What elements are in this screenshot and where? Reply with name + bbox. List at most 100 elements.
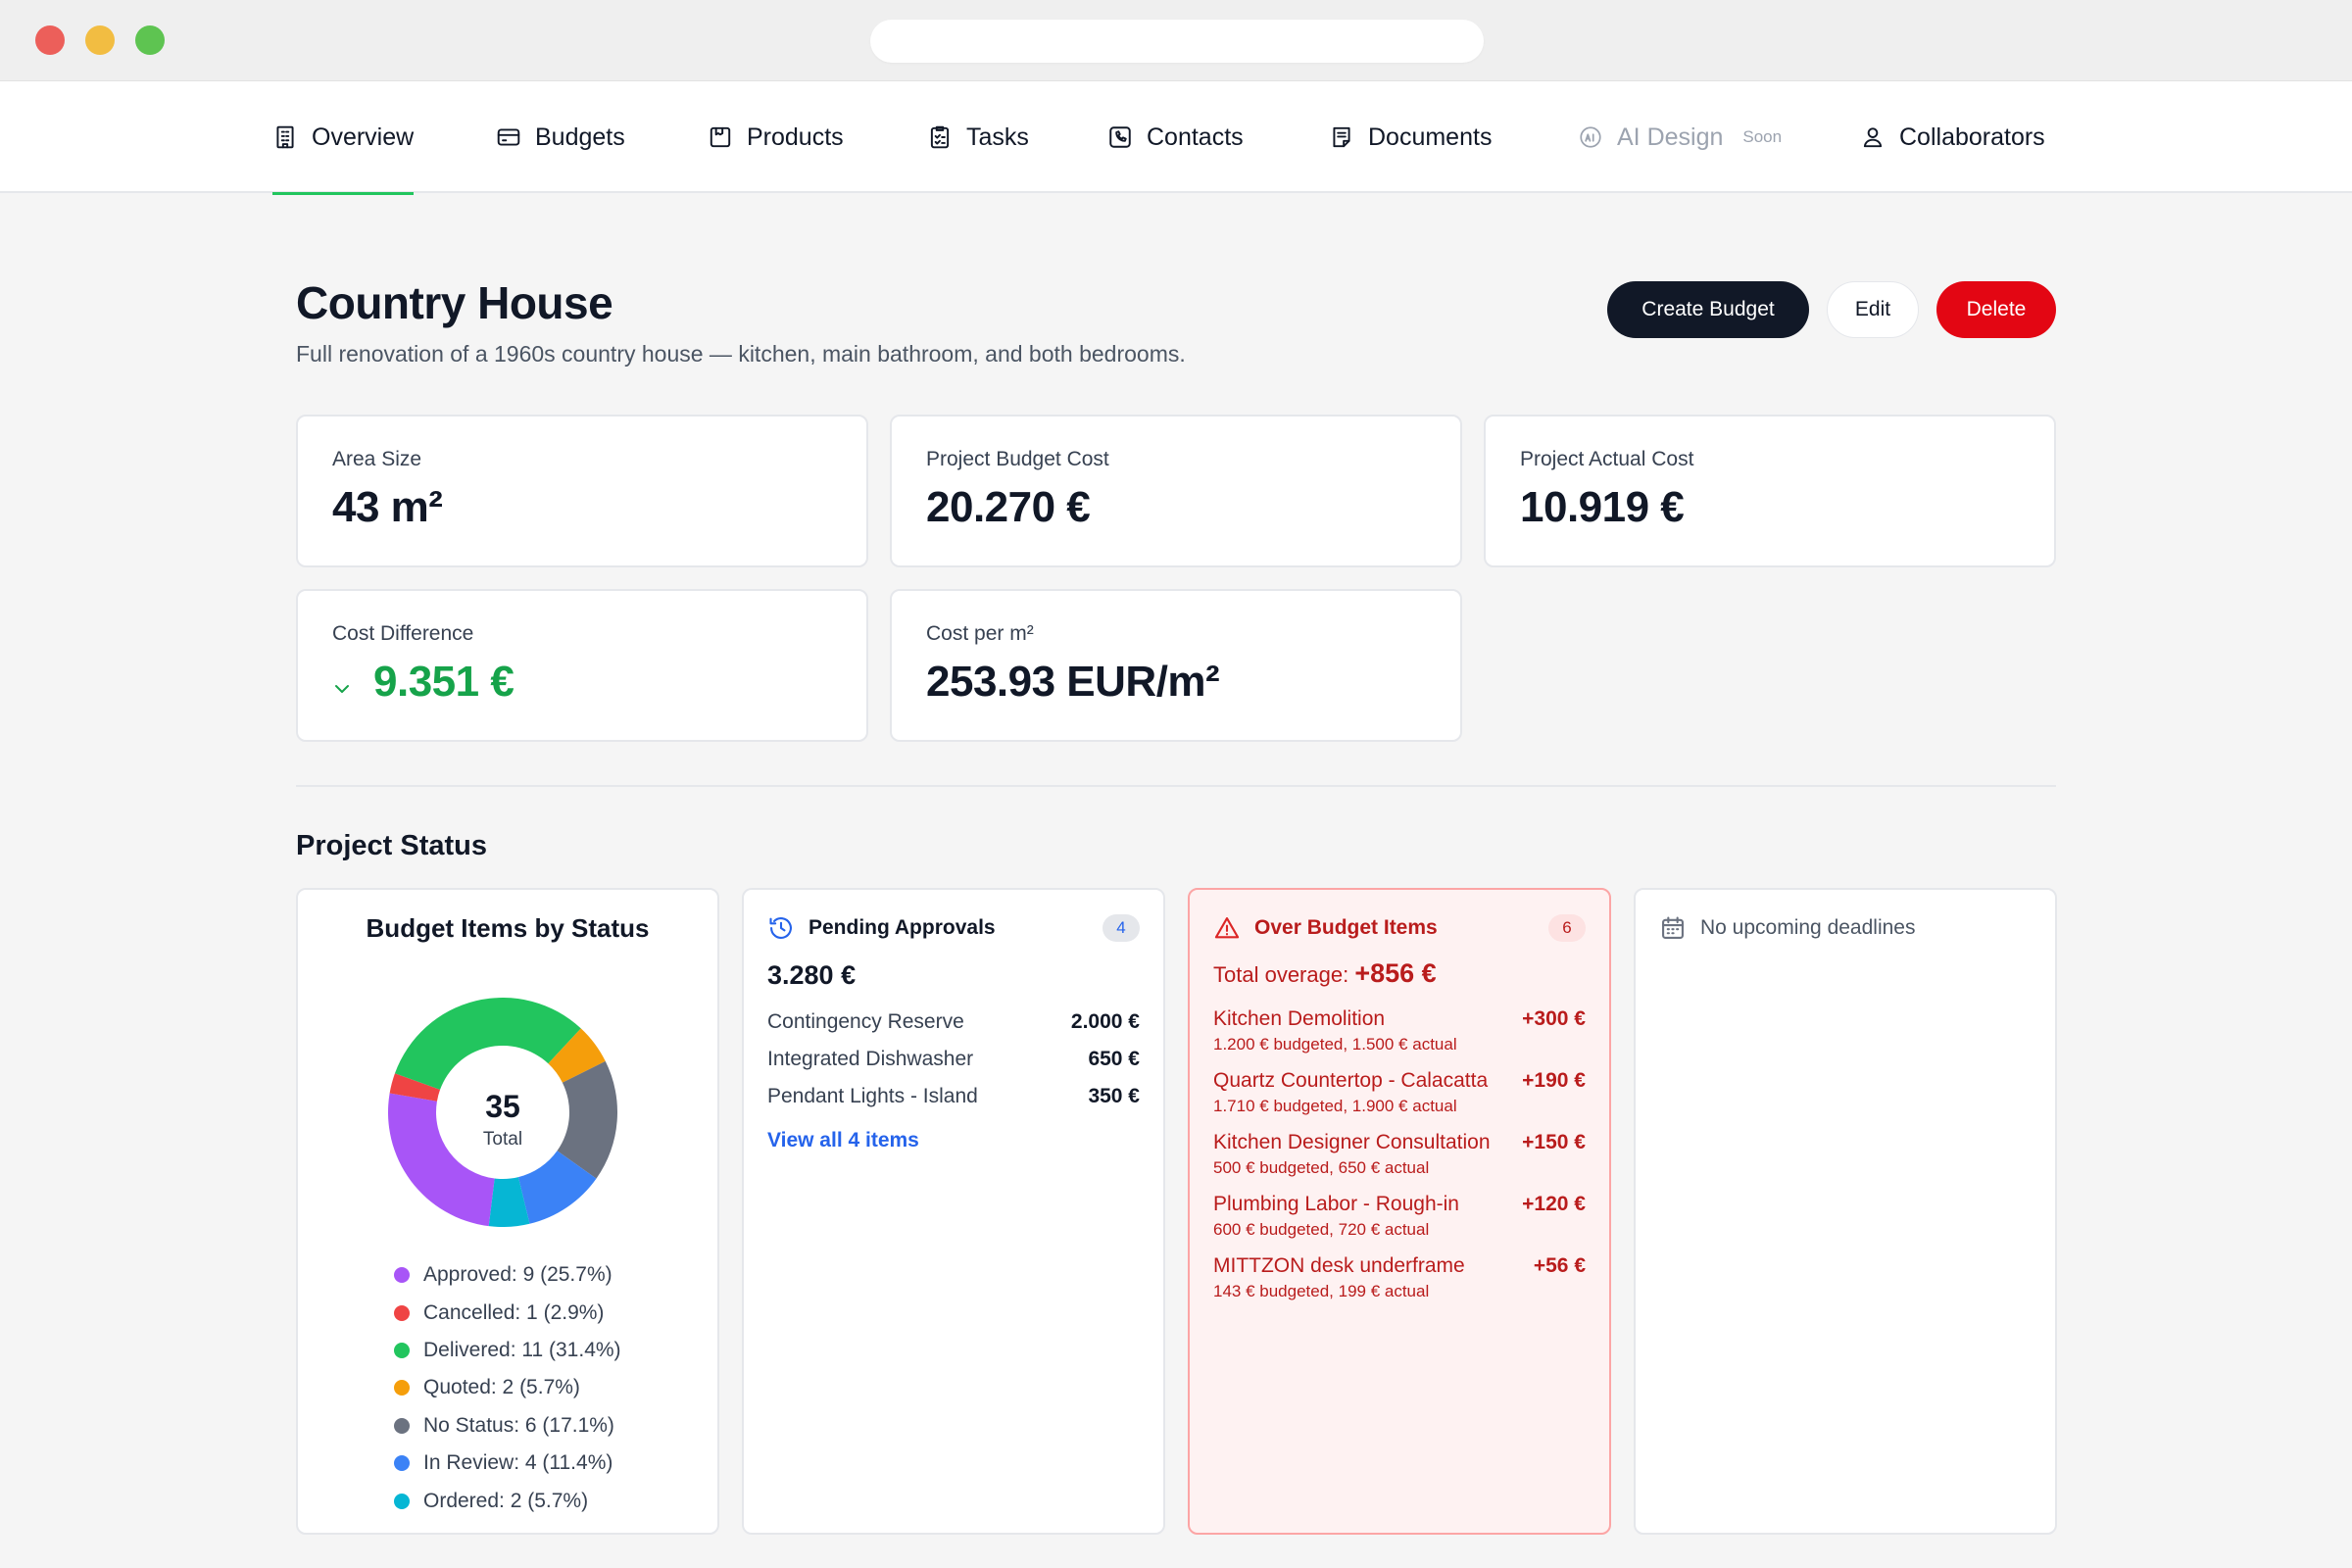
page-description: Full renovation of a 1960s country house…: [296, 341, 1186, 367]
box-icon: [710, 126, 731, 148]
count-badge: 6: [1548, 914, 1586, 942]
delete-button[interactable]: Delete: [1936, 281, 2056, 338]
item-detail: 500 € budgeted, 650 € actual: [1213, 1158, 1430, 1177]
item-overage: +56 €: [1533, 1254, 1586, 1277]
pending-total: 3.280 €: [767, 960, 857, 990]
item-name: Kitchen Designer Consultation: [1213, 1131, 1491, 1153]
legend-item: Ordered: 2 (5.7%): [394, 1482, 621, 1519]
count-badge: 4: [1102, 914, 1140, 942]
list-item[interactable]: Kitchen Demolition +300 € 1.200 € budget…: [1213, 1007, 1586, 1066]
window-chrome: [0, 0, 2352, 81]
empty-state-text: No upcoming deadlines: [1700, 916, 1916, 939]
maximize-window-button[interactable]: [135, 25, 165, 55]
legend-label: Approved: 9 (25.7%): [423, 1263, 612, 1287]
item-overage: +150 €: [1522, 1131, 1586, 1153]
legend-dot: [394, 1267, 410, 1284]
legend-item: Approved: 9 (25.7%): [394, 1256, 621, 1294]
legend-label: Quoted: 2 (5.7%): [423, 1376, 580, 1399]
stat-value: 9.351 €: [373, 658, 514, 706]
item-name: Integrated Dishwasher: [767, 1048, 974, 1070]
building-icon: [276, 125, 294, 149]
list-item[interactable]: Pendant Lights - Island 350 €: [767, 1078, 1140, 1115]
nav-tab-overview[interactable]: Overview: [272, 81, 415, 195]
legend-item: No Status: 6 (17.1%): [394, 1407, 621, 1445]
nav-tab-contacts[interactable]: Contacts: [1107, 81, 1244, 193]
donut-total: 35: [485, 1089, 520, 1124]
wallet-icon: [497, 128, 520, 146]
list-item[interactable]: Integrated Dishwasher 650 €: [767, 1041, 1140, 1078]
nav-tab-collaborators[interactable]: Collaborators: [1860, 81, 2045, 193]
legend-label: No Status: 6 (17.1%): [423, 1413, 614, 1437]
nav-tab-documents[interactable]: Documents: [1329, 81, 1492, 193]
donut-segment[interactable]: [388, 1093, 495, 1227]
budget-status-panel: Budget Items by Status 35 Total Approved…: [296, 888, 719, 1535]
stat-label: Area Size: [332, 448, 422, 470]
user-icon: [1863, 127, 1883, 148]
create-budget-button[interactable]: Create Budget: [1607, 281, 1809, 338]
phone-icon: [1109, 126, 1131, 148]
item-name: Quartz Countertop - Calacatta: [1213, 1069, 1489, 1092]
panel-title: Budget Items by Status: [366, 913, 650, 943]
chevron-down-icon: [335, 685, 349, 693]
clock-icon: [769, 917, 792, 939]
item-overage: +190 €: [1522, 1069, 1586, 1092]
legend-item: Quoted: 2 (5.7%): [394, 1369, 621, 1406]
nav-tab-ai-design[interactable]: AI Design Soon: [1578, 81, 1782, 193]
page-title: Country House: [296, 277, 613, 328]
nav-label: Budgets: [535, 122, 625, 151]
overage-total: Total overage: +856 €: [1213, 958, 1437, 989]
section-divider: [296, 785, 2056, 787]
close-window-button[interactable]: [35, 25, 65, 55]
pending-approvals-panel: Pending Approvals 4 3.280 € Contingency …: [742, 888, 1165, 1535]
overage-label: Total overage:: [1213, 962, 1349, 987]
legend-dot: [394, 1455, 410, 1472]
legend-item: Cancelled: 1 (2.9%): [394, 1294, 621, 1331]
legend-dot: [394, 1342, 410, 1358]
warning-icon: [1214, 917, 1240, 939]
nav-label: Tasks: [966, 122, 1029, 151]
list-item[interactable]: Plumbing Labor - Rough-in +120 € 600 € b…: [1213, 1193, 1586, 1251]
stat-card-cost-difference: Cost Difference 9.351 €: [296, 589, 868, 742]
item-name: Plumbing Labor - Rough-in: [1213, 1193, 1459, 1215]
donut-segment[interactable]: [394, 998, 581, 1090]
over-budget-panel: Over Budget Items 6 Total overage: +856 …: [1188, 888, 1611, 1535]
item-name: MITTZON desk underframe: [1213, 1254, 1465, 1277]
list-item[interactable]: Quartz Countertop - Calacatta +190 € 1.7…: [1213, 1069, 1586, 1128]
stat-card-area: Area Size 43 m²: [296, 415, 868, 567]
nav-tab-budgets[interactable]: Budgets: [496, 81, 625, 193]
calendar-icon: [1662, 916, 1684, 939]
list-item[interactable]: Kitchen Designer Consultation +150 € 500…: [1213, 1131, 1586, 1190]
edit-button[interactable]: Edit: [1827, 281, 1919, 338]
item-amount: 350 €: [1088, 1085, 1140, 1107]
stat-label: Project Actual Cost: [1520, 448, 1694, 470]
panel-header: No upcoming deadlines: [1659, 911, 2032, 945]
nav-label: AI Design: [1617, 122, 1724, 151]
nav-tab-products[interactable]: Products: [708, 81, 844, 193]
item-detail: 1.710 € budgeted, 1.900 € actual: [1213, 1097, 1457, 1115]
item-amount: 650 €: [1088, 1048, 1140, 1070]
nav-label: Documents: [1368, 122, 1493, 151]
stat-value: 10.919 €: [1520, 483, 1685, 531]
nav-label: Products: [747, 122, 844, 151]
view-all-link[interactable]: View all 4 items: [767, 1129, 919, 1152]
stat-card-actual-cost: Project Actual Cost 10.919 €: [1484, 415, 2056, 567]
legend-dot: [394, 1417, 410, 1434]
item-overage: +120 €: [1522, 1193, 1586, 1215]
legend-dot: [394, 1493, 410, 1509]
address-bar[interactable]: [870, 20, 1484, 63]
ai-icon: [1580, 126, 1601, 148]
document-icon: [1333, 126, 1350, 148]
list-item[interactable]: Contingency Reserve 2.000 €: [767, 1004, 1140, 1041]
item-name: Kitchen Demolition: [1213, 1007, 1386, 1030]
stat-value: 43 m²: [332, 483, 443, 531]
list-item[interactable]: MITTZON desk underframe +56 € 143 € budg…: [1213, 1254, 1586, 1313]
legend-label: Ordered: 2 (5.7%): [423, 1489, 589, 1512]
item-detail: 600 € budgeted, 720 € actual: [1213, 1220, 1430, 1239]
item-detail: 143 € budgeted, 199 € actual: [1213, 1282, 1430, 1300]
soon-badge: Soon: [1742, 127, 1783, 146]
nav-tab-tasks[interactable]: Tasks: [927, 81, 1029, 193]
panel-title: Pending Approvals: [808, 916, 996, 939]
minimize-window-button[interactable]: [85, 25, 115, 55]
panel-header: Over Budget Items 6: [1213, 911, 1586, 945]
item-detail: 1.200 € budgeted, 1.500 € actual: [1213, 1035, 1457, 1054]
